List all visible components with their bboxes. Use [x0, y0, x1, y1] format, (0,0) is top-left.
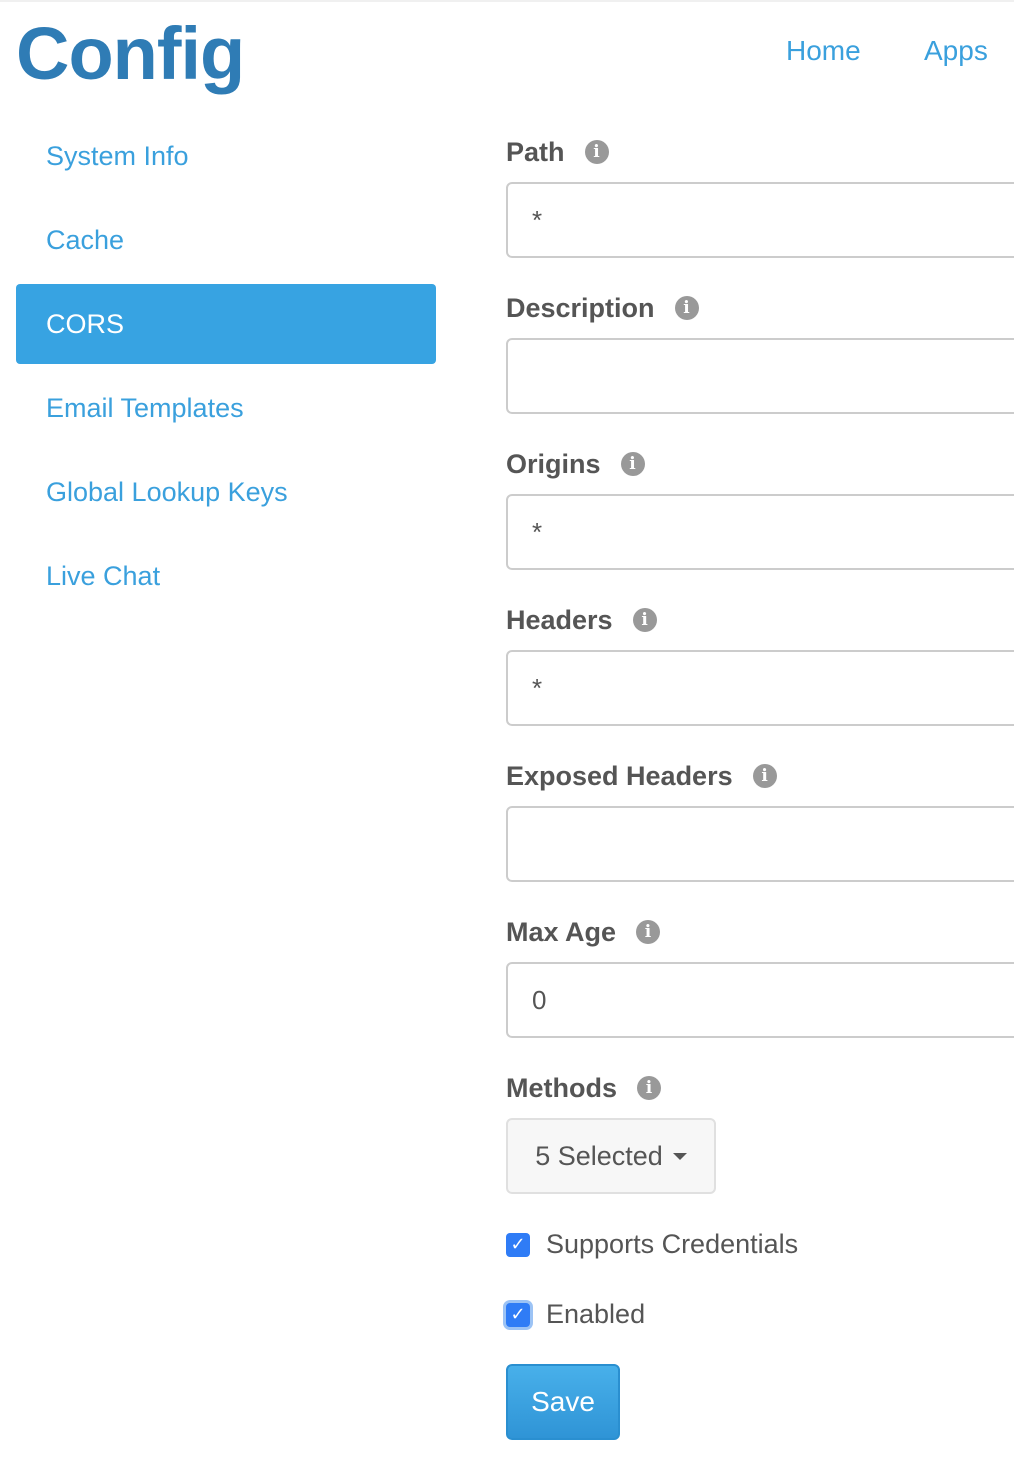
path-input[interactable]	[506, 182, 1014, 258]
path-label: Path i	[506, 135, 609, 169]
description-label: Description i	[506, 291, 699, 325]
description-input[interactable]	[506, 338, 1014, 414]
info-icon[interactable]: i	[637, 1076, 661, 1100]
supports-credentials-label: Supports Credentials	[546, 1229, 799, 1259]
sidebar-item-global-lookup-keys[interactable]: Global Lookup Keys	[16, 452, 436, 532]
exposed-headers-label-text: Exposed Headers	[506, 761, 733, 791]
origins-input[interactable]	[506, 494, 1014, 570]
save-button[interactable]: Save	[506, 1364, 620, 1440]
nav-home-link[interactable]: Home	[786, 34, 861, 68]
caret-down-icon	[672, 1152, 687, 1160]
methods-label: Methods i	[506, 1071, 661, 1105]
top-border	[0, 0, 1014, 2]
exposed-headers-input[interactable]	[506, 806, 1014, 882]
sidebar-item-system-info[interactable]: System Info	[16, 116, 436, 196]
info-icon[interactable]: i	[620, 452, 645, 476]
exposed-headers-label: Exposed Headers i	[506, 759, 777, 793]
app-title: Config	[16, 12, 245, 95]
info-icon[interactable]: i	[584, 140, 609, 164]
methods-selected-text: 5 Selected	[535, 1140, 663, 1171]
sidebar-item-live-chat[interactable]: Live Chat	[16, 536, 436, 616]
sidebar-item-cache[interactable]: Cache	[16, 200, 436, 280]
description-label-text: Description	[506, 293, 655, 323]
max-age-label: Max Age i	[506, 915, 661, 949]
nav-apps-link[interactable]: Apps	[924, 34, 988, 68]
path-label-text: Path	[506, 137, 565, 167]
info-icon[interactable]: i	[636, 920, 661, 944]
headers-input[interactable]	[506, 650, 1014, 726]
max-age-label-text: Max Age	[506, 917, 617, 947]
supports-credentials-checkbox[interactable]: ✓	[506, 1232, 530, 1257]
sidebar-item-cors[interactable]: CORS	[16, 284, 436, 364]
methods-label-text: Methods	[506, 1073, 617, 1103]
info-icon[interactable]: i	[674, 296, 699, 320]
origins-label: Origins i	[506, 447, 645, 481]
info-icon[interactable]: i	[752, 764, 777, 788]
info-icon[interactable]: i	[632, 608, 657, 632]
enabled-row[interactable]: ✓ Enabled	[506, 1299, 645, 1330]
headers-label-text: Headers	[506, 605, 613, 635]
enabled-checkbox[interactable]: ✓	[506, 1302, 530, 1327]
methods-dropdown[interactable]: 5 Selected	[506, 1118, 716, 1194]
supports-credentials-row[interactable]: ✓ Supports Credentials	[506, 1229, 798, 1260]
max-age-input[interactable]	[506, 962, 1014, 1038]
sidebar-item-email-templates[interactable]: Email Templates	[16, 368, 436, 448]
enabled-label: Enabled	[546, 1299, 646, 1329]
origins-label-text: Origins	[506, 449, 601, 479]
headers-label: Headers i	[506, 603, 657, 637]
